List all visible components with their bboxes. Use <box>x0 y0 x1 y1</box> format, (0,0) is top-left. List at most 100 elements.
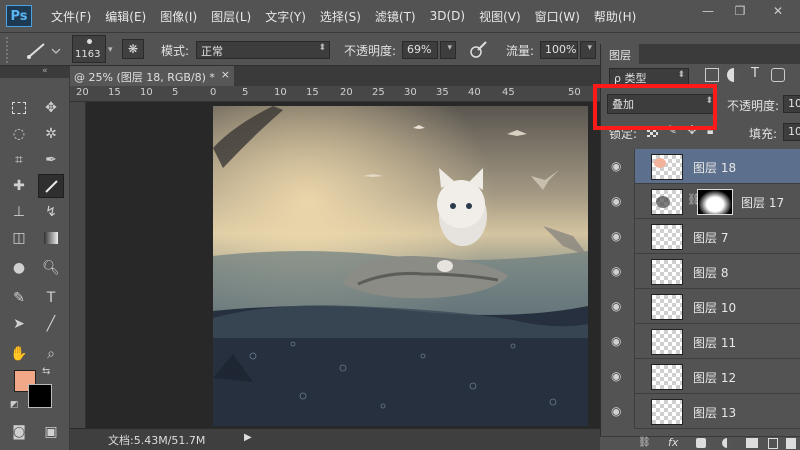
line-tool-icon[interactable]: ╱ <box>38 312 64 336</box>
default-colors-icon[interactable]: ◩ <box>10 400 19 410</box>
flow-input[interactable]: 100% <box>540 41 578 59</box>
brush-size-value: 1163 <box>75 49 101 60</box>
brush-size-picker[interactable]: 1163 <box>72 35 106 63</box>
clone-stamp-tool-icon[interactable]: ⊥ <box>6 200 32 224</box>
swap-colors-icon[interactable]: ⇆ <box>42 366 50 377</box>
minimize-button[interactable]: — <box>696 0 720 22</box>
layer-name: 图层 13 <box>693 406 737 420</box>
tools-panel: « ✥ ◌ ✲ ⌗ ✒ ✚ ⊥ ↯ ◫ ● 🔍︎ ✎ T ➤ ╱ ✋ ⌕ ⇆ ◩… <box>0 66 70 450</box>
menu-type[interactable]: 文字(Y) <box>258 8 313 25</box>
new-layer-icon[interactable] <box>768 438 778 449</box>
document-canvas-image[interactable] <box>213 106 588 426</box>
tool-preset-picker[interactable] <box>24 40 62 60</box>
collapse-tools-icon[interactable]: « <box>0 66 70 78</box>
ruler-tick-label: 10 <box>140 87 153 98</box>
menu-view[interactable]: 视图(V) <box>472 8 528 25</box>
visibility-toggle[interactable]: ◉ <box>601 359 635 394</box>
type-tool-icon[interactable]: T <box>38 286 64 310</box>
brush-size-chevron-icon[interactable]: ▾ <box>108 45 113 55</box>
opacity-input[interactable]: 69% <box>402 41 438 59</box>
ruler-tick-label: 15 <box>306 87 319 98</box>
blur-tool-icon[interactable]: ● <box>6 256 32 280</box>
brush-panel-toggle-icon[interactable]: ❋ <box>122 39 144 59</box>
shape-filter-icon[interactable] <box>771 68 785 82</box>
magic-wand-tool-icon[interactable]: ✲ <box>38 122 64 146</box>
history-brush-tool-icon[interactable]: ↯ <box>38 200 64 224</box>
layer-name: 图层 18 <box>693 161 737 175</box>
hand-tool-icon[interactable]: ✋ <box>6 342 32 366</box>
layer-name: 图层 11 <box>693 336 737 350</box>
layer-opacity-label: 不透明度: <box>727 99 780 113</box>
pen-tool-icon[interactable]: ✎ <box>6 286 32 310</box>
flow-slider-toggle[interactable]: ▾ <box>580 41 596 59</box>
zoom-tool-icon[interactable]: ⌕ <box>38 342 64 366</box>
background-color-swatch[interactable] <box>28 384 52 408</box>
fx-icon[interactable]: fx <box>668 436 678 449</box>
visibility-toggle[interactable]: ◉ <box>601 219 635 254</box>
layer-row[interactable]: ◉ 图层 18 <box>601 149 800 184</box>
layer-row[interactable]: ◉ 图层 10 <box>601 289 800 324</box>
link-icon[interactable]: ⛓ <box>638 437 651 448</box>
layer-row[interactable]: ◉ 图层 11 <box>601 324 800 359</box>
status-menu-arrow-icon[interactable]: ▶ <box>244 432 252 443</box>
layers-panel-tab[interactable]: 图层 <box>601 44 639 64</box>
move-tool-icon[interactable]: ✥ <box>38 96 64 120</box>
group-icon[interactable] <box>746 438 758 448</box>
brush-tool-icon[interactable] <box>38 174 64 198</box>
layer-thumbnail <box>651 329 683 355</box>
visibility-toggle[interactable]: ◉ <box>601 184 635 219</box>
marquee-tool-icon[interactable] <box>6 96 32 120</box>
menu-file[interactable]: 文件(F) <box>44 8 98 25</box>
layer-opacity-input[interactable]: 100 <box>783 95 800 113</box>
visibility-toggle[interactable]: ◉ <box>601 289 635 324</box>
adjustment-icon[interactable] <box>722 438 732 448</box>
menu-image[interactable]: 图像(I) <box>153 8 204 25</box>
menu-3d[interactable]: 3D(D) <box>423 9 472 23</box>
mode-dropdown[interactable]: 正常 ⬍ <box>196 41 330 59</box>
visibility-toggle[interactable]: ◉ <box>601 254 635 289</box>
brush-icon <box>27 43 61 59</box>
layer-row[interactable]: ◉ 图层 8 <box>601 254 800 289</box>
mode-label: 模式: <box>161 44 190 58</box>
fill-input[interactable]: 100 <box>783 123 800 141</box>
adjustment-filter-icon[interactable] <box>727 68 741 82</box>
layer-mask-thumbnail[interactable] <box>697 189 733 215</box>
vertical-ruler <box>70 102 86 428</box>
healing-brush-tool-icon[interactable]: ✚ <box>6 174 32 198</box>
menu-bar: Ps 文件(F) 编辑(E) 图像(I) 图层(L) 文字(Y) 选择(S) 滤… <box>0 0 800 32</box>
type-filter-icon[interactable]: T <box>751 66 759 81</box>
crop-tool-icon[interactable]: ⌗ <box>6 148 32 172</box>
visibility-toggle[interactable]: ◉ <box>601 324 635 359</box>
dodge-tool-icon[interactable]: 🔍︎ <box>38 256 64 280</box>
close-window-button[interactable]: ✕ <box>766 0 790 22</box>
path-selection-tool-icon[interactable]: ➤ <box>6 312 32 336</box>
image-filter-icon[interactable] <box>705 68 719 82</box>
visibility-toggle[interactable]: ◉ <box>601 394 635 429</box>
eyedropper-tool-icon[interactable]: ✒ <box>38 148 64 172</box>
menu-edit[interactable]: 编辑(E) <box>98 8 153 25</box>
eraser-tool-icon[interactable]: ◫ <box>6 226 32 250</box>
pressure-opacity-button[interactable] <box>466 39 490 61</box>
visibility-toggle[interactable]: ◉ <box>601 149 635 184</box>
gradient-tool-icon[interactable] <box>38 226 64 250</box>
restore-button[interactable]: ❐ <box>728 0 752 22</box>
screen-mode-icon[interactable]: ▣ <box>38 420 64 444</box>
menu-help[interactable]: 帮助(H) <box>587 8 643 25</box>
eye-icon: ◉ <box>611 404 622 418</box>
menu-select[interactable]: 选择(S) <box>313 8 368 25</box>
lasso-tool-icon[interactable]: ◌ <box>6 122 32 146</box>
layer-row[interactable]: ◉ 图层 7 <box>601 219 800 254</box>
close-tab-icon[interactable]: × <box>221 68 230 81</box>
layer-name: 图层 7 <box>693 231 729 245</box>
layer-row[interactable]: ◉ 图层 12 <box>601 359 800 394</box>
trash-icon[interactable] <box>786 438 796 449</box>
mask-icon[interactable] <box>696 438 706 448</box>
opacity-slider-toggle[interactable]: ▾ <box>440 41 456 59</box>
layer-row[interactable]: ◉ 图层 13 <box>601 394 800 429</box>
menu-filter[interactable]: 滤镜(T) <box>368 8 423 25</box>
quick-mask-icon[interactable]: ◙ <box>6 420 32 444</box>
menu-window[interactable]: 窗口(W) <box>528 8 587 25</box>
document-tab[interactable]: @ 25% (图层 18, RGB/8) * × <box>70 66 234 86</box>
menu-layer[interactable]: 图层(L) <box>204 8 258 25</box>
layer-row[interactable]: ◉ ⛓ 图层 17 <box>601 184 800 219</box>
